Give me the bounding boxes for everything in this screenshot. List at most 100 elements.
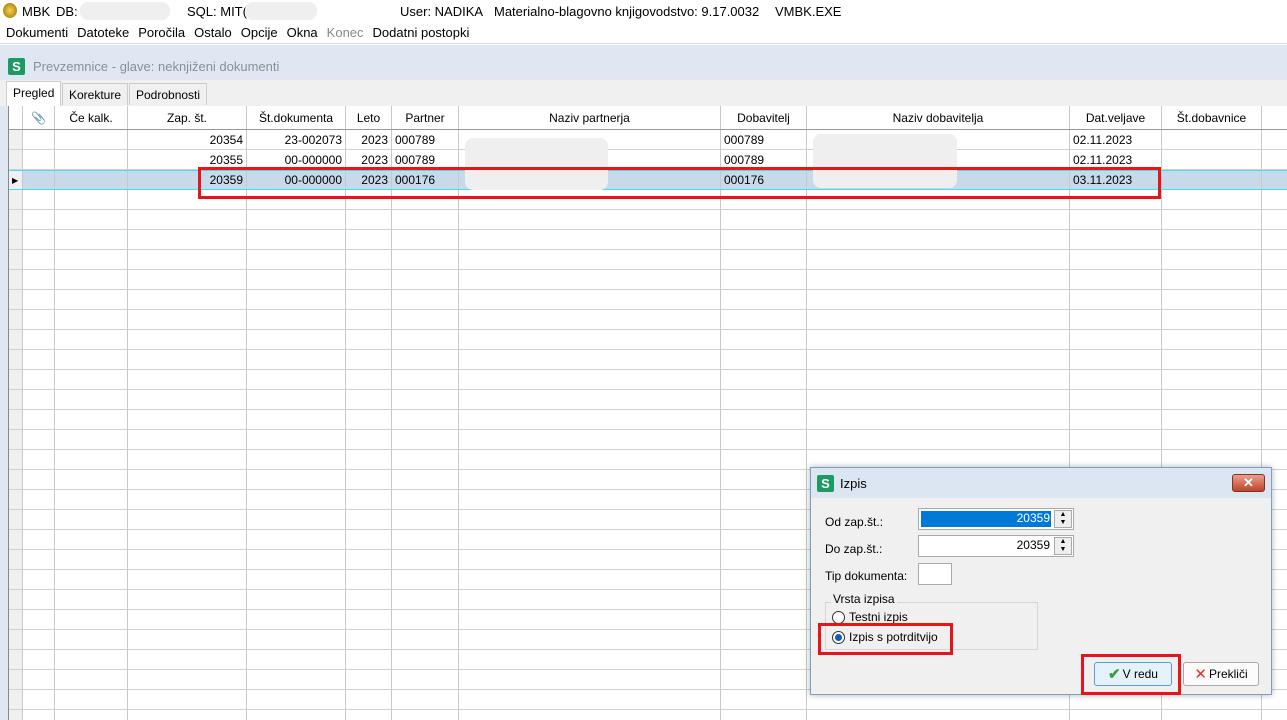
cell-leto — [346, 490, 392, 509]
cell-ce-kalk — [55, 430, 128, 449]
cell-dobavitelj — [721, 670, 807, 689]
check-icon: ✔ — [1108, 666, 1121, 683]
menu-ostalo[interactable]: Ostalo — [194, 25, 232, 40]
column-header-naziv-dobavitelja[interactable]: Naziv dobavitelja — [807, 106, 1070, 129]
menu-datoteke[interactable]: Datoteke — [77, 25, 129, 40]
column-header-zap-st[interactable]: Zap. št. — [128, 106, 247, 129]
cell-zap-st: 20354 — [128, 130, 247, 149]
column-header-leto[interactable]: Leto — [346, 106, 392, 129]
table-row[interactable]: 20354 23-002073 2023 000789 000789 02.11.2023 — [9, 130, 1287, 150]
cell-st-dobavnice — [1162, 370, 1262, 389]
empty-row[interactable] — [9, 270, 1287, 290]
cell-partner — [392, 670, 459, 689]
cell-attachment — [23, 171, 55, 189]
cell-st-dobavnice — [1162, 171, 1262, 189]
cell-dobavitelj — [721, 190, 807, 209]
column-header-partner[interactable]: Partner — [392, 106, 459, 129]
empty-row[interactable] — [9, 350, 1287, 370]
cell-partner — [392, 390, 459, 409]
empty-row[interactable] — [9, 210, 1287, 230]
tip-dokumenta-input[interactable] — [918, 563, 952, 585]
cell-indicator — [9, 210, 23, 229]
cell-st-dokumenta — [247, 210, 346, 229]
empty-row[interactable] — [9, 430, 1287, 450]
cell-naziv-partnerja — [459, 490, 721, 509]
empty-row[interactable] — [9, 710, 1287, 720]
column-header-dat-veljave[interactable]: Dat.veljave — [1070, 106, 1162, 129]
tab-pregled[interactable]: Pregled — [6, 81, 62, 106]
radio-testni-izpis[interactable]: Testni izpis — [832, 610, 908, 624]
cell-naziv-dobavitelja — [807, 350, 1070, 369]
cell-naziv-dobavitelja — [807, 710, 1070, 720]
do-spinner-icon[interactable]: ▲ ▼ — [1054, 537, 1072, 555]
cell-dat-veljave: 02.11.2023 — [1070, 150, 1162, 169]
cell-st-dokumenta — [247, 410, 346, 429]
ok-button[interactable]: ✔ V redu — [1094, 662, 1172, 686]
column-header-ce-kalk[interactable]: Če kalk. — [55, 106, 128, 129]
cell-st-dokumenta — [247, 450, 346, 469]
do-zap-st-input[interactable]: 20359 ▲ ▼ — [918, 535, 1074, 557]
empty-row[interactable] — [9, 290, 1287, 310]
column-header-dobavitelj[interactable]: Dobavitelj — [721, 106, 807, 129]
empty-row[interactable] — [9, 310, 1287, 330]
paperclip-icon[interactable]: 📎 — [23, 106, 55, 129]
radio-izpis-s-potrditvijo[interactable]: Izpis s potrditvijo — [832, 630, 938, 644]
cell-indicator — [9, 250, 23, 269]
cell-ce-kalk — [55, 230, 128, 249]
tab-korekture[interactable]: Korekture — [62, 83, 129, 105]
cell-dobavitelj — [721, 510, 807, 529]
app-titlebar: MBK DB: SQL: MIT( User: NADIKA Materialn… — [0, 0, 1287, 22]
cell-naziv-partnerja — [459, 450, 721, 469]
empty-row[interactable] — [9, 390, 1287, 410]
cell-attachment — [23, 430, 55, 449]
menu-porocila[interactable]: Poročila — [138, 25, 185, 40]
cell-naziv-partnerja — [459, 350, 721, 369]
close-button[interactable]: ✕ — [1232, 474, 1265, 492]
cell-st-dobavnice — [1162, 150, 1262, 169]
cell-dat-veljave — [1070, 290, 1162, 309]
tab-podrobnosti[interactable]: Podrobnosti — [129, 83, 208, 105]
menu-opcije[interactable]: Opcije — [241, 25, 278, 40]
cancel-button[interactable]: ✕ Prekliči — [1183, 662, 1259, 686]
cell-ce-kalk — [55, 670, 128, 689]
empty-row[interactable] — [9, 250, 1287, 270]
cell-partner — [392, 530, 459, 549]
table-row[interactable]: ▶ 20359 00-000000 2023 000176 000176 03.11.202… — [9, 170, 1287, 190]
column-header-indicator[interactable] — [9, 106, 23, 129]
cell-dat-veljave — [1070, 210, 1162, 229]
cell-zap-st — [128, 430, 247, 449]
od-zap-st-input[interactable]: 20359 ▲ ▼ — [918, 508, 1074, 530]
empty-row[interactable] — [9, 230, 1287, 250]
cell-attachment — [23, 130, 55, 149]
menu-dodatni-postopki[interactable]: Dodatni postopki — [373, 25, 470, 40]
column-header-naziv-partnerja[interactable]: Naziv partnerja — [459, 106, 721, 129]
cell-naziv-dobavitelja — [807, 410, 1070, 429]
redacted-partner — [465, 138, 608, 190]
table-row[interactable]: 20355 00-000000 2023 000789 000789 02.11.2023 — [9, 150, 1287, 170]
empty-row[interactable] — [9, 410, 1287, 430]
cell-partner — [392, 370, 459, 389]
cell-attachment — [23, 410, 55, 429]
column-header-st-dokumenta[interactable]: Št.dokumenta — [247, 106, 346, 129]
cell-dat-veljave: 03.11.2023 — [1070, 171, 1162, 189]
empty-row[interactable] — [9, 370, 1287, 390]
cell-partner — [392, 270, 459, 289]
cell-dobavitelj: 000789 — [721, 130, 807, 149]
cell-dobavitelj — [721, 430, 807, 449]
cell-st-dobavnice — [1162, 250, 1262, 269]
od-spinner-icon[interactable]: ▲ ▼ — [1054, 510, 1072, 528]
empty-row[interactable] — [9, 330, 1287, 350]
cell-st-dokumenta — [247, 630, 346, 649]
cell-indicator — [9, 670, 23, 689]
column-header-st-dobavnice[interactable]: Št.dobavnice — [1162, 106, 1262, 129]
dialog-s-icon: S — [817, 474, 834, 492]
menu-dokumenti[interactable]: Dokumenti — [6, 25, 68, 40]
cell-st-dokumenta — [247, 570, 346, 589]
menu-okna[interactable]: Okna — [287, 25, 318, 40]
cell-indicator — [9, 330, 23, 349]
cell-ce-kalk — [55, 250, 128, 269]
radio-label: Testni izpis — [849, 610, 908, 624]
empty-row[interactable] — [9, 190, 1287, 210]
cell-attachment — [23, 290, 55, 309]
cell-attachment — [23, 650, 55, 669]
